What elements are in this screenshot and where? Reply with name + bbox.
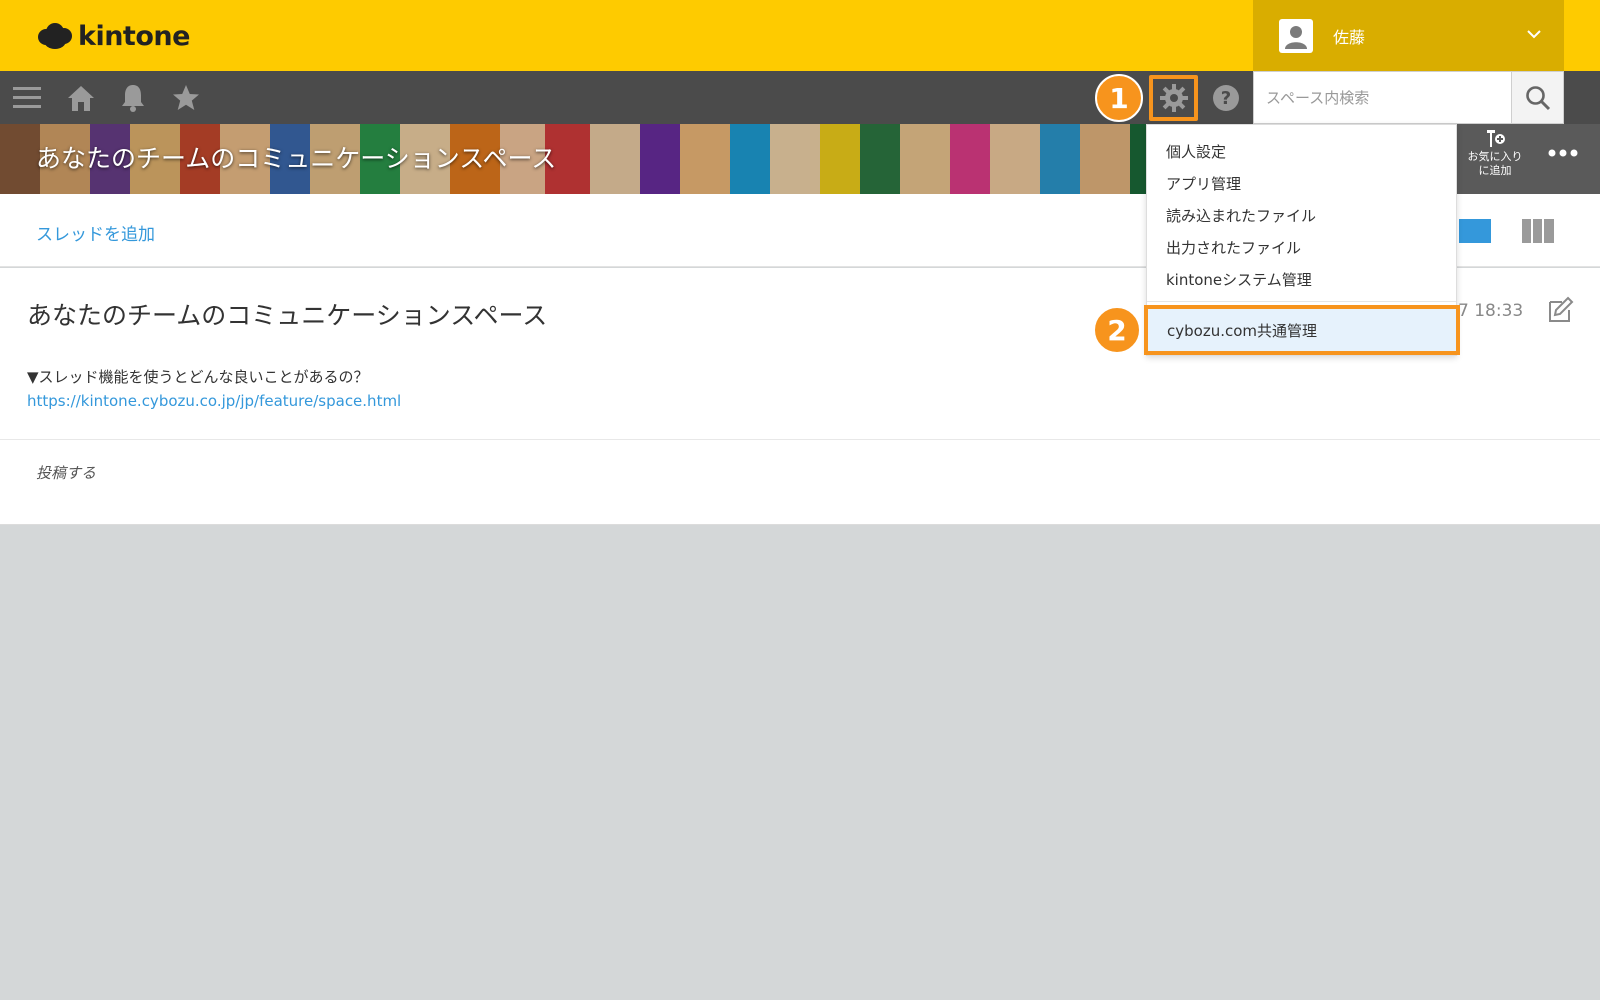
thread-date: 7 18:33 (1458, 301, 1524, 321)
post-area[interactable]: 投稿する (0, 440, 1600, 525)
kintone-logo[interactable]: kintone (38, 18, 190, 54)
view-toggle-list[interactable] (1459, 219, 1491, 243)
view-toggle-columns-icon[interactable] (1522, 219, 1554, 243)
search-input[interactable] (1253, 71, 1511, 124)
help-icon: ? (1213, 84, 1239, 111)
add-thread-link[interactable]: スレッドを追加 (36, 220, 155, 245)
chevron-down-icon[interactable] (1526, 27, 1542, 41)
home-button[interactable] (64, 71, 98, 124)
menu-item-cybozu-common-admin-label: cybozu.com共通管理 (1167, 322, 1318, 340)
search-icon (1525, 85, 1550, 110)
menu-divider (1147, 301, 1456, 302)
more-options-icon[interactable] (1548, 148, 1578, 158)
thread-title: あなたのチームのコミュニケーションスペース (27, 301, 548, 330)
user-name: 佐藤 (1333, 27, 1366, 47)
favorites-button[interactable] (170, 71, 202, 124)
logo-text: kintone (78, 20, 190, 52)
svg-text:?: ? (1221, 88, 1231, 109)
thread-link[interactable]: https://kintone.cybozu.co.jp/jp/feature/… (27, 392, 401, 410)
star-icon (173, 84, 199, 110)
menu-button[interactable] (12, 71, 42, 124)
settings-button[interactable] (1149, 75, 1198, 121)
edit-icon[interactable] (1546, 296, 1574, 324)
gear-icon (1159, 84, 1188, 112)
step-1-badge: 1 (1095, 74, 1143, 122)
logo-mark-icon (38, 23, 72, 49)
bell-icon (122, 84, 144, 112)
avatar (1279, 18, 1313, 53)
menu-item-app-management[interactable]: アプリ管理 (1166, 173, 1241, 194)
user-icon (1285, 25, 1307, 49)
help-button[interactable]: ? (1210, 71, 1242, 124)
pin-add-icon (1487, 130, 1505, 147)
space-search (1253, 71, 1564, 124)
menu-item-personal-settings[interactable]: 個人設定 (1166, 141, 1226, 162)
space-title: あなたのチームのコミュニケーションスペース (36, 144, 557, 173)
notifications-button[interactable] (118, 71, 148, 124)
menu-icon (13, 86, 41, 108)
menu-item-cybozu-common-admin[interactable]: cybozu.com共通管理 (1144, 305, 1460, 355)
menu-item-exported-files[interactable]: 出力されたファイル (1166, 237, 1301, 258)
step-2-badge: 2 (1093, 306, 1141, 354)
favorites-label-line1: お気に入り (1467, 150, 1523, 163)
post-label: 投稿する (36, 464, 97, 482)
add-to-favorites-button[interactable]: お気に入り に追加 (1456, 130, 1534, 190)
menu-item-imported-files[interactable]: 読み込まれたファイル (1166, 205, 1316, 226)
home-icon (68, 85, 94, 111)
search-button[interactable] (1511, 71, 1564, 124)
thread-body: ▼スレッド機能を使うとどんな良いことがあるの？ (27, 368, 369, 386)
favorites-label-line2: に追加 (1478, 164, 1512, 177)
user-menu[interactable]: 佐藤 (1253, 0, 1564, 71)
menu-item-kintone-system-admin[interactable]: kintoneシステム管理 (1166, 269, 1312, 290)
